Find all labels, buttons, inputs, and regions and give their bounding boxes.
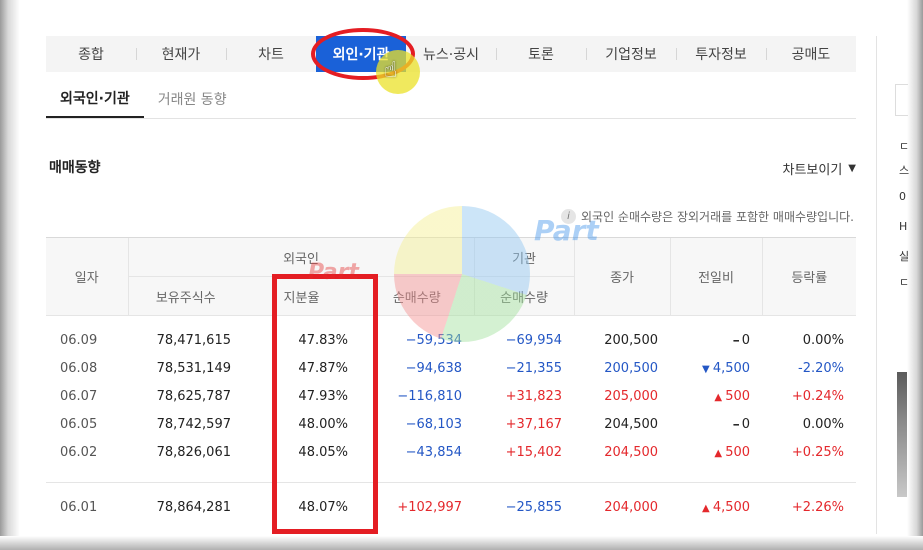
tab-chart[interactable]: 차트: [226, 36, 316, 72]
table-row: 06.08 78,531,149 47.87% −94,638 −21,355 200,5…: [46, 354, 856, 382]
down-arrow-icon: ▼: [701, 363, 713, 375]
cell-close: 204,500: [604, 444, 659, 460]
cell-inst-net: −21,355: [505, 360, 563, 376]
header-holdings: 보유주식수: [127, 276, 243, 316]
up-arrow-icon: ▲: [701, 502, 713, 514]
change-value: 4,500: [712, 360, 751, 376]
watermark-text: Part: [534, 214, 599, 247]
side-panel-text: ㄷ: [899, 140, 910, 153]
table-row: 06.01 78,864,281 48.07% +102,997 −25,855 204,…: [46, 493, 856, 521]
tab-investment-info[interactable]: 투자정보: [676, 36, 766, 72]
change-value: 4,500: [712, 499, 751, 515]
header-rate: 등락률: [761, 237, 857, 316]
cell-holdings: 78,864,281: [156, 499, 231, 515]
table-body: 06.09 78,471,615 47.83% −59,534 −69,954 200,5…: [46, 316, 857, 522]
cell-inst-net: −25,855: [505, 499, 563, 515]
flat-dash-icon: ━: [733, 336, 742, 347]
cell-close: 200,500: [604, 360, 659, 376]
tab-company-info[interactable]: 기업정보: [586, 36, 676, 72]
side-panel-image: [897, 372, 907, 497]
change-value: 500: [725, 388, 751, 404]
screenshot-frame-left: [0, 0, 20, 550]
watermark-pie: [394, 206, 530, 342]
cell-rate: 0.00%: [802, 416, 845, 432]
flat-dash-icon: ━: [733, 420, 742, 431]
side-panel-text: 실: [899, 250, 910, 263]
cell-change: ▼ 4,500: [670, 354, 762, 382]
cell-rate: +2.26%: [791, 499, 845, 515]
cell-inst-net: +15,402: [505, 444, 563, 460]
header-date: 일자: [46, 237, 128, 316]
cell-change: ▲ 500: [670, 438, 762, 466]
tab-short-selling[interactable]: 공매도: [766, 36, 856, 72]
side-panel-text: 스: [899, 164, 910, 177]
section-title: 매매동향: [49, 160, 101, 176]
cell-change: ▲ 500: [670, 382, 762, 410]
cell-holdings: 78,742,597: [156, 416, 231, 432]
cell-holdings: 78,531,149: [156, 360, 231, 376]
cell-change: ━ 0: [670, 326, 762, 354]
chart-toggle-label: 차트보이기: [782, 163, 843, 178]
cell-date: 06.08: [60, 360, 98, 376]
cell-date: 06.01: [60, 499, 98, 515]
watermark-text-red: Part: [308, 260, 359, 285]
cell-change: ▲ 4,500: [670, 493, 762, 521]
spacer-cell: [46, 483, 856, 494]
change-value: 0: [741, 332, 751, 348]
cell-inst-net: +37,167: [505, 416, 563, 432]
change-value: 500: [725, 444, 751, 460]
tab-overview[interactable]: 종합: [46, 36, 136, 72]
cell-close: 204,500: [604, 416, 659, 432]
table-spacer: [46, 483, 856, 494]
cell-change: ━ 0: [670, 410, 762, 438]
tab-discussion[interactable]: 토론: [496, 36, 586, 72]
side-panel-text: 0: [899, 190, 906, 203]
subtab-foreign-institution[interactable]: 외국인·기관: [46, 80, 144, 118]
table-spacer: [46, 466, 857, 483]
cell-date: 06.05: [60, 416, 98, 432]
caret-down-icon: ▼: [848, 163, 856, 174]
cell-rate: +0.25%: [791, 444, 845, 460]
cell-rate: 0.00%: [802, 332, 845, 348]
change-value: 0: [741, 416, 751, 432]
side-panel-text: H: [899, 220, 908, 233]
cell-date: 06.07: [60, 388, 98, 404]
cell-date: 06.09: [60, 332, 98, 348]
cell-close: 205,000: [604, 388, 659, 404]
up-arrow-icon: ▲: [714, 391, 726, 403]
cell-rate: +0.24%: [791, 388, 845, 404]
side-panel-text: ㄷ: [899, 276, 910, 289]
header-change: 전일비: [669, 237, 763, 316]
table-row: 06.07 78,625,787 47.93% −116,810 +31,823 205,…: [46, 382, 856, 410]
table-row: 06.05 78,742,597 48.00% −68,103 +37,167 204,5…: [46, 410, 856, 438]
notice: i 외국인 순매수량은 장외거래를 포함한 매매수량입니다.: [561, 208, 854, 225]
cell-date: 06.02: [60, 444, 98, 460]
annotation-box: [272, 274, 378, 534]
notice-text: 외국인 순매수량은 장외거래를 포함한 매매수량입니다.: [581, 210, 854, 224]
cell-holdings: 78,625,787: [156, 388, 231, 404]
cell-inst-net: +31,823: [505, 388, 563, 404]
header-close: 종가: [573, 237, 671, 316]
sub-tab-bar: 외국인·기관 거래원 동향: [46, 80, 856, 119]
cell-holdings: 78,826,061: [156, 444, 231, 460]
cell-rate: -2.20%: [798, 360, 845, 376]
top-tab-bar: 종합 현재가 차트 외인·기관 뉴스·공시 토론 기업정보 투자정보 공매도: [46, 36, 856, 72]
screenshot-frame-bottom: [0, 536, 923, 550]
cell-holdings: 78,471,615: [156, 332, 231, 348]
chart-toggle-button[interactable]: 차트보이기 ▼: [782, 159, 856, 178]
tab-current-price[interactable]: 현재가: [136, 36, 226, 72]
subtab-broker-trend[interactable]: 거래원 동향: [144, 80, 241, 118]
cell-close: 204,000: [604, 499, 659, 515]
up-arrow-icon: ▲: [714, 447, 726, 459]
cell-close: 200,500: [604, 332, 659, 348]
spacer-cell: [46, 466, 857, 483]
screenshot-frame-right: [907, 0, 923, 550]
side-panel-box: [895, 84, 908, 116]
table-row: 06.02 78,826,061 48.05% −43,854 +15,402 204,5…: [46, 438, 856, 466]
